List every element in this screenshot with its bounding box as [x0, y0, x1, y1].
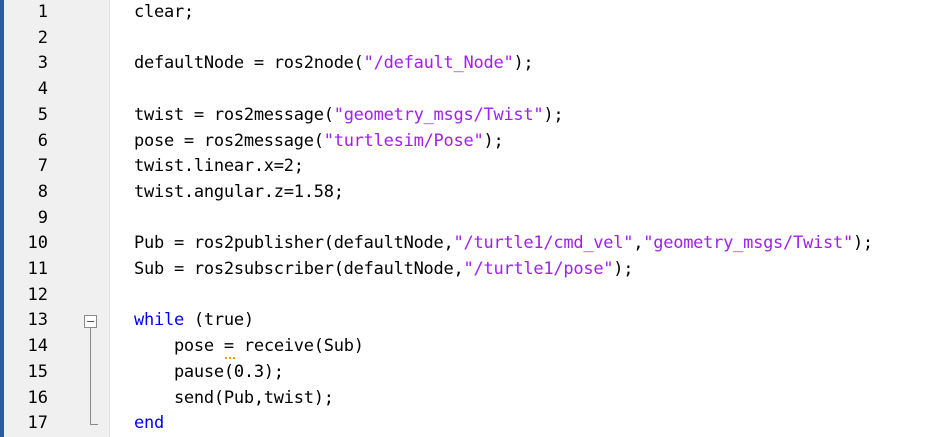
string-token: "/default_Node"	[363, 53, 514, 74]
code-token: );	[613, 259, 634, 279]
collapse-block-icon[interactable]	[84, 314, 97, 328]
string-token: "geometry_msgs/Twist"	[643, 233, 853, 254]
line-number: 2	[37, 27, 48, 48]
line-number: 1	[37, 2, 48, 22]
string-token: "geometry_msgs/Twist"	[333, 104, 544, 125]
code-line[interactable]: 12	[0, 283, 945, 309]
code-line[interactable]: 3 defaultNode = ros2node("/default_Node")…	[0, 51, 945, 77]
line-number: 13	[27, 310, 48, 331]
line-number: 3	[37, 53, 48, 74]
line-number: 8	[37, 181, 48, 202]
fold-guide-end	[90, 424, 98, 426]
line-number: 10	[27, 233, 48, 254]
code-line[interactable]: 2	[0, 26, 945, 52]
code-token: Sub = ros2subscriber(defaultNode,	[134, 259, 464, 279]
line-number: 9	[37, 207, 48, 228]
line-number: 11	[27, 259, 48, 279]
code-line[interactable]: 14 pose = receive(Sub)	[0, 334, 945, 360]
code-token: Pub = ros2publisher(defaultNode,	[134, 233, 454, 254]
code-token: send(Pub,twist);	[134, 387, 334, 408]
code-line[interactable]: 1 clear;	[0, 0, 945, 26]
code-line[interactable]: 13 while (true)	[0, 308, 945, 334]
warning-token[interactable]: =	[224, 334, 235, 360]
code-text[interactable]: clear;	[134, 0, 194, 26]
code-token: twist.linear.x=2;	[134, 156, 304, 177]
warning-underline-icon	[224, 354, 235, 359]
fold-guide-line	[90, 327, 91, 425]
code-line[interactable]: 10 Pub = ros2publisher(defaultNode,"/turt…	[0, 231, 945, 257]
code-line[interactable]: 16 send(Pub,twist);	[0, 386, 945, 412]
line-number: 6	[37, 130, 48, 151]
code-token: receive(Sub)	[233, 336, 364, 357]
line-number: 7	[37, 156, 48, 177]
code-editor[interactable]: 1 clear; 2 3 defaultNode = ros2node("/defaul…	[0, 0, 945, 437]
code-text[interactable]: pose = ros2message("turtlesim/Pose");	[134, 129, 504, 155]
string-token: "/turtle1/pose"	[463, 259, 614, 279]
line-number: 12	[27, 284, 48, 305]
line-number: 4	[37, 79, 48, 100]
line-number: 15	[27, 361, 48, 382]
code-token: pose	[134, 336, 224, 357]
code-text[interactable]: Pub = ros2publisher(defaultNode,"/turtle…	[134, 231, 873, 257]
string-token: "turtlesim/Pose"	[323, 130, 484, 151]
keyword-token: end	[134, 413, 164, 434]
code-token: );	[852, 233, 873, 254]
code-line[interactable]: 4	[0, 77, 945, 103]
line-number: 14	[27, 336, 48, 357]
code-line[interactable]: 6 pose = ros2message("turtlesim/Pose");	[0, 129, 945, 155]
code-token: defaultNode = ros2node(	[134, 53, 364, 74]
code-text[interactable]: twist = ros2message("geometry_msgs/Twist…	[134, 103, 564, 129]
code-line[interactable]: 9	[0, 206, 945, 232]
code-text[interactable]: pause(0.3);	[134, 360, 284, 386]
code-token: clear;	[134, 2, 194, 22]
code-token: pose = ros2message(	[134, 130, 324, 151]
code-token: twist = ros2message(	[134, 104, 334, 125]
code-line[interactable]: 17 end	[0, 411, 945, 437]
code-text[interactable]: defaultNode = ros2node("/default_Node");	[134, 51, 534, 77]
code-line[interactable]: 15 pause(0.3);	[0, 360, 945, 386]
code-token: (true)	[183, 310, 254, 331]
code-text[interactable]: while (true)	[134, 308, 254, 334]
code-token: ,	[633, 233, 644, 254]
code-token: twist.angular.z=1.58;	[134, 181, 344, 202]
keyword-token: while	[134, 310, 184, 331]
code-text[interactable]: twist.linear.x=2;	[134, 154, 304, 180]
line-number: 17	[27, 413, 48, 434]
code-line[interactable]: 7 twist.linear.x=2;	[0, 154, 945, 180]
code-token: );	[513, 53, 534, 74]
code-text[interactable]: send(Pub,twist);	[134, 386, 334, 412]
code-text[interactable]: Sub = ros2subscriber(defaultNode,"/turtl…	[134, 257, 634, 283]
code-token: );	[543, 104, 564, 125]
code-line[interactable]: 5 twist = ros2message("geometry_msgs/Twis…	[0, 103, 945, 129]
code-token: pause(0.3);	[134, 361, 284, 382]
code-token: );	[483, 130, 504, 151]
string-token: "/turtle1/cmd_vel"	[453, 233, 634, 254]
code-line[interactable]: 8 twist.angular.z=1.58;	[0, 180, 945, 206]
code-text[interactable]: pose = receive(Sub)	[134, 334, 364, 360]
line-number: 16	[27, 387, 48, 408]
code-text[interactable]: end	[134, 411, 164, 437]
line-number: 5	[37, 104, 48, 125]
code-line[interactable]: 11 Sub = ros2subscriber(defaultNode,"/tur…	[0, 257, 945, 283]
code-text[interactable]: twist.angular.z=1.58;	[134, 180, 344, 206]
